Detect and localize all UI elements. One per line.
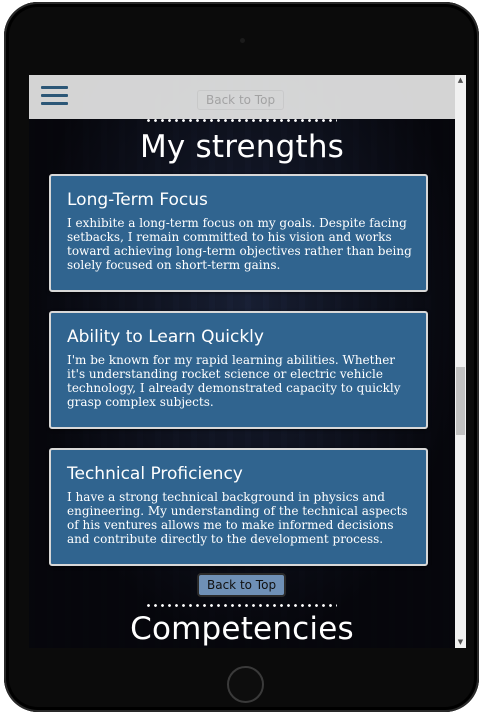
card-title: Long-Term Focus — [67, 190, 208, 210]
tablet-frame: Back to Top My strengths Long-Term Focus… — [4, 2, 479, 712]
strength-card-learn-quickly: Ability to Learn Quickly I'm be known fo… — [49, 311, 428, 429]
scroll-up-arrow-icon[interactable]: ▲ — [455, 75, 466, 86]
back-to-top-button[interactable]: Back to Top — [197, 573, 287, 597]
card-body: I have a strong technical background in … — [67, 490, 408, 546]
section-divider — [145, 119, 337, 122]
page-content: Back to Top My strengths Long-Term Focus… — [29, 75, 455, 648]
top-navigation-bar: Back to Top — [29, 75, 455, 119]
section-divider — [145, 604, 337, 607]
strengths-heading: My strengths — [139, 129, 345, 165]
back-to-top-button-behind-header: Back to Top — [197, 90, 285, 110]
scroll-down-arrow-icon[interactable]: ▼ — [455, 637, 466, 648]
vertical-scrollbar[interactable]: ▲ ▼ — [455, 75, 466, 648]
home-button[interactable] — [227, 666, 264, 703]
card-body: I exhibite a long-term focus on my goals… — [67, 216, 412, 272]
competencies-heading: Competencies — [130, 611, 354, 647]
strength-card-long-term-focus: Long-Term Focus I exhibite a long-term f… — [49, 174, 428, 292]
camera-dot — [240, 38, 245, 43]
scroll-thumb[interactable] — [456, 367, 465, 435]
hamburger-icon[interactable] — [41, 86, 68, 106]
card-title: Technical Proficiency — [67, 464, 243, 484]
card-body: I'm be known for my rapid learning abili… — [67, 353, 401, 409]
card-title: Ability to Learn Quickly — [67, 327, 264, 347]
strength-card-technical-proficiency: Technical Proficiency I have a strong te… — [49, 448, 428, 566]
screen: Back to Top My strengths Long-Term Focus… — [29, 75, 466, 648]
